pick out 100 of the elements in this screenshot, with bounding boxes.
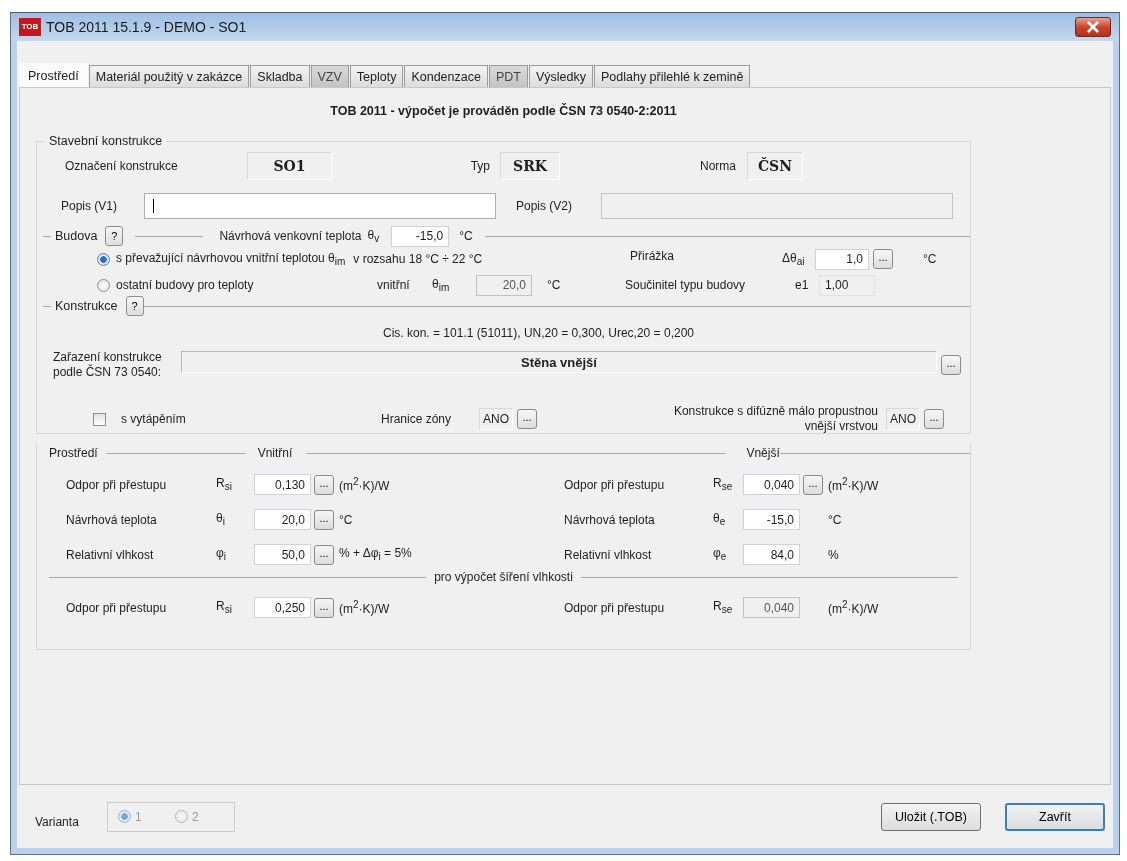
section-label: Budova (55, 229, 98, 243)
more-button[interactable]: ... (314, 474, 334, 495)
help-button[interactable]: ? (125, 296, 144, 316)
checkbox[interactable] (93, 412, 106, 426)
option-label: s převažující návrhovou vnitřní teplotou θ$_{im}$ (116, 250, 346, 268)
value-display: SRK (500, 152, 560, 180)
field-label: Návrhová venkovní teplota (219, 229, 362, 243)
field-label: Typ (469, 159, 491, 173)
more-button[interactable]: ... (314, 509, 334, 530)
field-label: Součinitel typu budovy (625, 278, 747, 292)
more-button[interactable]: ... (314, 597, 334, 618)
unit-label: °C (827, 512, 843, 527)
close-button[interactable] (1075, 17, 1111, 37)
tab[interactable]: Podlahy přilehlé k zemině (593, 65, 751, 87)
unit-label: (m$^{2}$·K)/W (338, 476, 391, 493)
checkbox-label: s vytápěním (121, 412, 187, 426)
text-field[interactable] (144, 193, 496, 219)
more-button[interactable]: ... (314, 544, 334, 565)
symbol-label: θ$_{im}$ (432, 276, 451, 294)
number-field[interactable]: 0,130 (254, 474, 311, 495)
radio-button[interactable] (97, 252, 110, 266)
number-field[interactable]: 0,250 (254, 597, 311, 618)
unit-label: °C (338, 512, 354, 527)
unit-label: (m$^{2}$·K)/W (827, 476, 880, 493)
field-label: Přirážka (630, 249, 675, 263)
field-label: Popis (V1) (61, 199, 119, 213)
tab[interactable]: Teploty (349, 65, 404, 87)
more-button[interactable]: ... (873, 249, 893, 269)
symbol-label: R$_{se}$ (713, 476, 734, 493)
more-button[interactable]: ... (803, 474, 823, 495)
unit-label: % + Δφ$_{i}$ = 5% (338, 546, 413, 563)
unit-label: (m$^{2}$·K)/W (827, 599, 880, 616)
field-label: Označení konstrukce (65, 159, 179, 173)
column-heading: Vnitřní (257, 446, 293, 460)
range-label: v rozsahu 18 °C ÷ 22 °C (353, 252, 483, 266)
value-display: ANO (886, 408, 920, 430)
number-field[interactable]: -15,0 (743, 509, 800, 530)
number-field[interactable]: 1,0 (815, 248, 869, 270)
field-label: Zařazení konstrukce podle ČSN 73 0540: (53, 350, 163, 380)
number-field[interactable]: 84,0 (743, 544, 800, 565)
symbol-label: φ$_{i}$ (216, 546, 227, 563)
field-label: Odpor při přestupu (66, 600, 168, 615)
close-icon (1086, 21, 1100, 33)
number-field[interactable]: 20,0 (254, 509, 311, 530)
group-label: Prostředí (49, 446, 98, 460)
unit-label: °C (923, 252, 937, 266)
tab[interactable]: Skladba (250, 65, 310, 87)
symbol-label: R$_{si}$ (216, 599, 233, 616)
app-logo: TOB (19, 18, 41, 36)
field-label: Odpor při přestupu (564, 477, 666, 492)
field-label: Relativní vlhkost (66, 547, 155, 562)
option-label: ostatní budovy pro teploty (116, 278, 255, 292)
unit-label: °C (546, 278, 562, 292)
value-display: ČSN (747, 152, 803, 180)
symbol-label: Δθ$_{ai}$ (782, 250, 806, 268)
number-field[interactable]: 0,040 (743, 474, 800, 495)
radio-button[interactable] (97, 278, 110, 292)
dialog-button[interactable]: Zavřít (1005, 802, 1105, 831)
value-display: 1,00 (819, 274, 875, 296)
radio-button[interactable] (175, 810, 188, 823)
help-button[interactable]: ? (105, 226, 124, 246)
symbol-label: θ$_{e}$ (713, 511, 727, 528)
unit-label: °C (459, 229, 473, 243)
number-field[interactable]: -15,0 (391, 225, 450, 247)
value-display: ANO (479, 408, 513, 430)
window-title: TOB 2011 15.1.9 - DEMO - SO1 (46, 19, 247, 35)
info-text: Cis. kon. = 101.1 (51011), UN,20 = 0,300, Urec,20 = 0,200 (383, 326, 694, 340)
section-label: Konstrukce (55, 299, 118, 313)
group-label: Stavební konstrukce (48, 134, 164, 148)
symbol-label: R$_{si}$ (216, 476, 233, 493)
field-label: Konstrukce s difúzně málo propustnou vnější vrstvou (672, 404, 879, 434)
field-label: Návrhová teplota (564, 512, 656, 527)
more-button[interactable]: ... (924, 409, 944, 429)
field-label: vnitřní (377, 278, 411, 292)
tab[interactable]: Výsledky (528, 65, 593, 87)
tab[interactable]: Prostředí (19, 63, 88, 87)
value-display: Stěna vnější (181, 351, 937, 373)
field-label: Hranice zóny (381, 412, 453, 426)
symbol-label: θ$_{v}$ (367, 227, 380, 245)
option-label: 2 (192, 809, 200, 824)
dialog-button[interactable]: Uložit (.TOB) (881, 802, 981, 831)
more-button[interactable]: ... (941, 355, 961, 375)
field-label: Norma (700, 159, 737, 173)
column-heading: Vnější (746, 446, 780, 460)
tab[interactable]: Kondenzace (404, 65, 488, 87)
field-label: Popis (V2) (516, 199, 574, 213)
option-label: 1 (135, 809, 143, 824)
field-label: Varianta (35, 814, 80, 829)
more-button[interactable]: ... (517, 409, 537, 429)
field-label: Odpor při přestupu (564, 600, 666, 615)
symbol-label: e1 (795, 278, 810, 292)
tab[interactable]: Materiál použitý v zakázce (88, 65, 250, 87)
radio-button[interactable] (118, 810, 131, 823)
symbol-label: R$_{se}$ (713, 599, 734, 616)
value-display: SO1 (247, 152, 332, 180)
symbol-label: θ$_{i}$ (216, 511, 226, 528)
unit-label: (m$^{2}$·K)/W (338, 599, 391, 616)
number-field[interactable]: 50,0 (254, 544, 311, 565)
text-field[interactable] (601, 193, 953, 219)
field-label: Návrhová teplota (66, 512, 158, 527)
